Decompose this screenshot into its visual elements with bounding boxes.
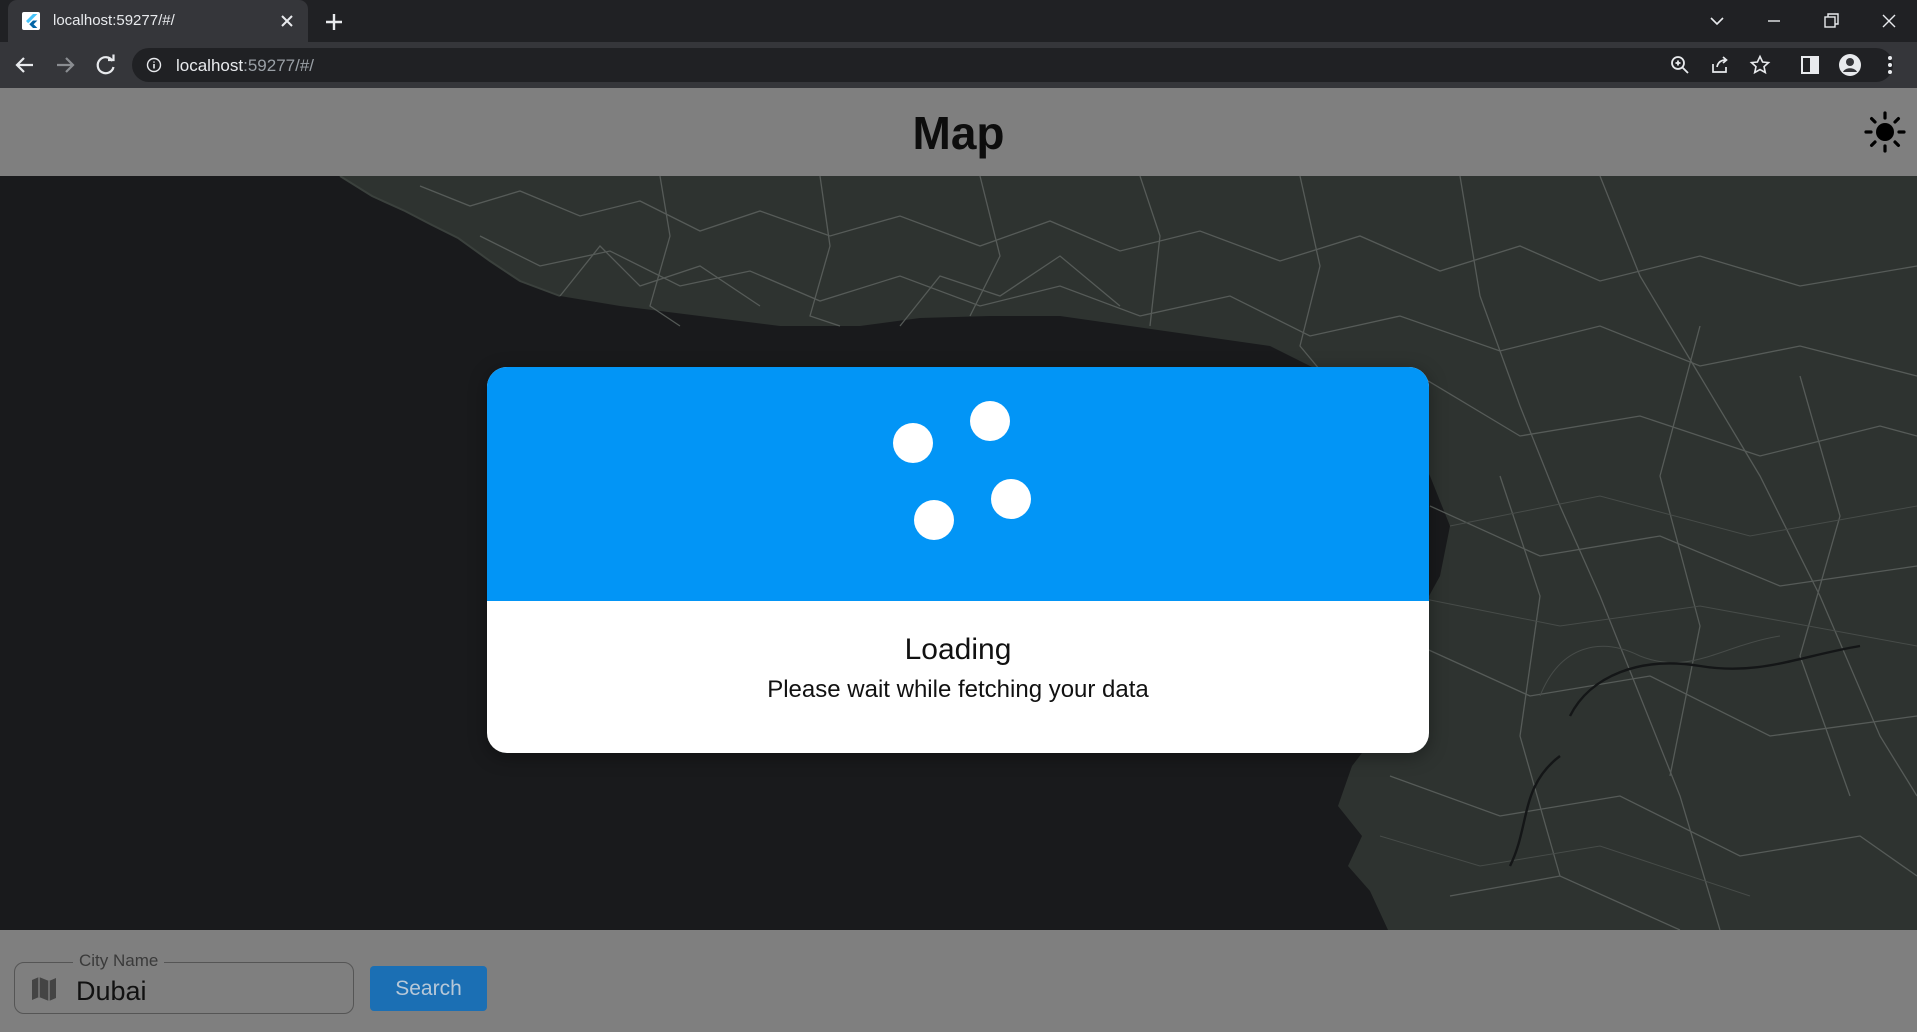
reload-icon[interactable] [92, 51, 120, 79]
sun-icon[interactable] [1863, 110, 1907, 154]
browser-toolbar: localhost:59277/#/ [0, 42, 1917, 88]
tab-title: localhost:59277/#/ [53, 12, 175, 29]
loading-dialog: Loading Please wait while fetching your … [487, 367, 1429, 753]
kebab-menu-icon[interactable] [1878, 53, 1902, 77]
loading-message: Please wait while fetching your data [767, 676, 1149, 703]
chevron-down-icon[interactable] [1704, 8, 1730, 34]
zoom-icon[interactable] [1669, 54, 1691, 76]
plus-icon[interactable] [322, 10, 346, 34]
search-panel: City Name Dubai Search [0, 930, 1917, 1032]
close-icon[interactable] [276, 10, 298, 32]
share-icon[interactable] [1709, 54, 1731, 76]
loading-spinner-dot [991, 479, 1031, 519]
star-icon[interactable] [1749, 54, 1771, 76]
loading-spinner-dot [970, 401, 1010, 441]
loading-header [487, 367, 1429, 601]
side-panel-icon[interactable] [1798, 53, 1822, 77]
minimize-icon[interactable] [1761, 8, 1787, 34]
page-title: Map [912, 107, 1005, 159]
city-name-label: City Name [73, 951, 165, 971]
back-arrow-icon[interactable] [11, 51, 39, 79]
address-url: localhost:59277/#/ [176, 56, 315, 75]
address-bar[interactable]: localhost:59277/#/ [132, 48, 1893, 82]
profile-icon[interactable] [1838, 53, 1862, 77]
browser-tab[interactable]: localhost:59277/#/ [8, 0, 308, 42]
restore-icon[interactable] [1818, 8, 1844, 34]
browser-tabstrip: localhost:59277/#/ [0, 0, 1917, 42]
window-close-icon[interactable] [1876, 8, 1902, 34]
forward-arrow-icon[interactable] [51, 51, 79, 79]
search-button[interactable]: Search [370, 966, 487, 1011]
city-name-field[interactable]: City Name Dubai [14, 951, 354, 1014]
map-icon [32, 977, 56, 1001]
loading-spinner-dot [914, 500, 954, 540]
app-bar: Map [0, 88, 1917, 176]
loading-spinner-dot [893, 423, 933, 463]
loading-title: Loading [904, 633, 1012, 666]
info-icon[interactable] [146, 57, 162, 73]
flutter-favicon-icon [22, 12, 40, 30]
city-name-value: Dubai [76, 976, 147, 1006]
